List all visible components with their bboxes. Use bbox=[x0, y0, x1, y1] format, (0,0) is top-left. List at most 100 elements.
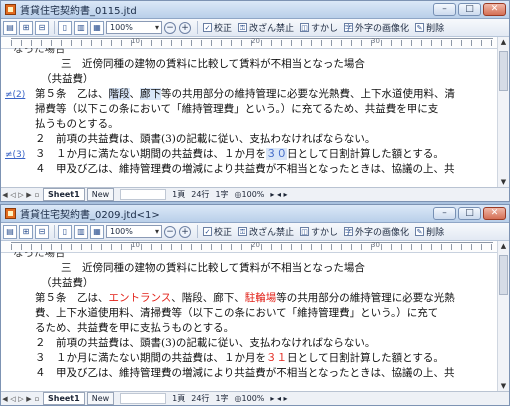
scroll-up-icon[interactable]: ▲ bbox=[498, 241, 509, 252]
text-line: るため、共益費を甲に支払うものとする。 bbox=[35, 322, 235, 334]
status-zoom[interactable]: 100% bbox=[242, 190, 265, 199]
title-bar[interactable]: 賃貸住宅契約書_0115.jtd – □ ✕ bbox=[1, 1, 509, 19]
extchar-image-button[interactable]: 字外字の画像化 bbox=[342, 21, 411, 35]
horizontal-scrollbar[interactable] bbox=[120, 393, 167, 404]
watermark-button[interactable]: ◫ すかし bbox=[298, 225, 340, 239]
watermark-icon: ◫ bbox=[300, 23, 310, 32]
text-line: 費、上下水道使用料、清掃費等（以下この条において「維持管理費」という。）に充て bbox=[35, 307, 439, 319]
text-line: ２ 前項の共益費は、頭書(3)の記載に従い、支払わなければならない。 bbox=[35, 133, 376, 145]
inserted-word: 駐輪場 bbox=[244, 292, 277, 304]
zoom-out-small-icon[interactable]: ◎ bbox=[235, 394, 242, 403]
watermark-icon: ◫ bbox=[300, 227, 310, 236]
next-sheet-icon[interactable]: ▷ bbox=[17, 191, 25, 199]
document-window-1: 賃貸住宅契約書_0115.jtd – □ ✕ ▤ ⊞ ⊟ ▯ ▥ ▦ 100% … bbox=[0, 0, 510, 202]
toolbar: ▤ ⊞ ⊟ ▯ ▥ ▦ 100% − + ✓校正 ⚿改ざん禁止 ◫すかし 字外字… bbox=[1, 223, 509, 241]
scroll-thumb[interactable] bbox=[499, 51, 508, 91]
tamper-protect-button[interactable]: ⚿ 改ざん禁止 bbox=[236, 225, 296, 239]
grid-view-icon[interactable]: ⊞ bbox=[19, 224, 33, 239]
extchar-icon: 字 bbox=[344, 227, 354, 236]
document-icon bbox=[5, 208, 16, 219]
window-title: 賃貸住宅契約書_0209.jtd<1> bbox=[20, 210, 160, 221]
text-line: 掃費等（以下この条において「維持管理費」という。）に充てるため、共益費を甲に支 bbox=[35, 103, 439, 115]
maximize-button[interactable]: □ bbox=[458, 3, 481, 16]
zoom-select[interactable]: 100% bbox=[106, 225, 162, 238]
horizontal-scrollbar[interactable] bbox=[120, 189, 167, 200]
sheet-tab[interactable]: Sheet1 bbox=[43, 392, 85, 405]
document-body[interactable]: なった場合 三 近傍同種の建物の賃料に比較して賃料が不相当となった場合 （共益費… bbox=[1, 252, 497, 392]
text-line: ４ 甲及び乙は、維持管理費の増減により共益費が不相当となったときは、協議の上、共 bbox=[35, 367, 455, 379]
proofread-button[interactable]: ✓ 校正 bbox=[201, 21, 234, 35]
title-bar[interactable]: 賃貸住宅契約書_0209.jtd<1> – □ ✕ bbox=[1, 205, 509, 223]
comment-marker[interactable]: ≠(2) bbox=[5, 88, 25, 103]
window-title: 賃貸住宅契約書_0115.jtd bbox=[20, 6, 137, 17]
close-button[interactable]: ✕ bbox=[483, 3, 506, 16]
page-indicator: 1頁 bbox=[172, 190, 186, 199]
zoom-in-icon[interactable]: + bbox=[179, 21, 191, 34]
page-icon[interactable]: ▯ bbox=[58, 20, 72, 35]
close-button[interactable]: ✕ bbox=[483, 207, 506, 220]
proofread-icon: ✓ bbox=[203, 227, 212, 236]
book-view-icon[interactable]: ▦ bbox=[90, 20, 104, 35]
extchar-icon: 字 bbox=[344, 23, 354, 32]
text-line: なった場合 bbox=[13, 252, 66, 259]
zoom-select[interactable]: 100% bbox=[106, 21, 162, 34]
two-page-icon[interactable]: ▥ bbox=[74, 224, 88, 239]
next-sheet-icon[interactable]: ▷ bbox=[17, 395, 25, 403]
row-indicator: 24行 bbox=[191, 394, 210, 403]
text-line: 第５条 乙は、エントランス、階段、廊下、駐輪場等の共用部分の維持管理に必要な光熱 bbox=[35, 292, 455, 304]
proofread-button[interactable]: ✓ 校正 bbox=[201, 225, 234, 239]
zoom-out-icon[interactable]: − bbox=[164, 225, 176, 238]
outline-view-icon[interactable]: ▤ bbox=[3, 20, 17, 35]
prev-sheet-icon[interactable]: ◁ bbox=[9, 395, 17, 403]
outline-view-icon[interactable]: ▤ bbox=[3, 224, 17, 239]
text-line: （共益費） bbox=[41, 73, 94, 85]
new-sheet-tab[interactable]: New bbox=[86, 392, 115, 405]
status-nav-icon[interactable]: ▸ ◂ ▸ bbox=[270, 190, 287, 199]
split-view-icon[interactable]: ⊟ bbox=[35, 224, 49, 239]
last-sheet-icon[interactable]: ▶ bbox=[25, 395, 33, 403]
status-nav-icon[interactable]: ▸ ◂ ▸ bbox=[270, 394, 287, 403]
zoom-out-icon[interactable]: − bbox=[164, 21, 176, 34]
inserted-word: エントランス bbox=[108, 292, 172, 304]
row-indicator: 24行 bbox=[191, 190, 210, 199]
maximize-button[interactable]: □ bbox=[458, 207, 481, 220]
text-line: ４ 甲及び乙は、維持管理費の増減により共益費が不相当となったときは、協議の上、共 bbox=[35, 163, 455, 175]
status-bar: ◀ ◁ ▷ ▶ ▫ Sheet1 New 1頁 24行 1字 ◎ 100% ▸ … bbox=[1, 187, 509, 201]
grid-view-icon[interactable]: ⊞ bbox=[19, 20, 33, 35]
last-sheet-icon[interactable]: ▶ bbox=[25, 191, 33, 199]
first-sheet-icon[interactable]: ◀ bbox=[1, 395, 9, 403]
delete-button[interactable]: ✎ 削除 bbox=[413, 225, 446, 239]
sheet-icon: ▫ bbox=[34, 394, 40, 403]
sheet-icon: ▫ bbox=[34, 190, 40, 199]
minimize-button[interactable]: – bbox=[433, 3, 456, 16]
delete-button[interactable]: ✎ 削除 bbox=[413, 21, 446, 35]
toolbar: ▤ ⊞ ⊟ ▯ ▥ ▦ 100% − + ✓校正 ⚿改ざん禁止 ◫すかし 字外字… bbox=[1, 19, 509, 37]
text-line: ３ １か月に満たない期間の共益費は、１か月を３０日として日割計算した額とする。 bbox=[35, 148, 444, 160]
minimize-button[interactable]: – bbox=[433, 207, 456, 220]
scroll-up-icon[interactable]: ▲ bbox=[498, 37, 509, 48]
proofread-icon: ✓ bbox=[203, 23, 212, 32]
prev-sheet-icon[interactable]: ◁ bbox=[9, 191, 17, 199]
two-page-icon[interactable]: ▥ bbox=[74, 20, 88, 35]
zoom-out-small-icon[interactable]: ◎ bbox=[235, 190, 242, 199]
watermark-button[interactable]: ◫ すかし bbox=[298, 21, 340, 35]
column-indicator: 1字 bbox=[215, 190, 229, 199]
vertical-scrollbar[interactable]: ▲ ▼ bbox=[497, 37, 509, 188]
changed-word: 階段 bbox=[108, 88, 130, 100]
changed-number: ３１ bbox=[266, 352, 287, 364]
book-view-icon[interactable]: ▦ bbox=[90, 224, 104, 239]
status-zoom[interactable]: 100% bbox=[242, 394, 265, 403]
sheet-tab[interactable]: Sheet1 bbox=[43, 188, 85, 201]
vertical-scrollbar[interactable]: ▲ ▼ bbox=[497, 241, 509, 392]
zoom-in-icon[interactable]: + bbox=[179, 225, 191, 238]
document-body[interactable]: なった場合 三 近傍同種の建物の賃料に比較して賃料が不相当となった場合 （共益費… bbox=[1, 48, 497, 188]
extchar-image-button[interactable]: 字外字の画像化 bbox=[342, 225, 411, 239]
scroll-thumb[interactable] bbox=[499, 255, 508, 295]
comment-marker[interactable]: ≠(3) bbox=[5, 148, 25, 163]
first-sheet-icon[interactable]: ◀ bbox=[1, 191, 9, 199]
new-sheet-tab[interactable]: New bbox=[86, 188, 115, 201]
lock-icon: ⚿ bbox=[238, 227, 248, 236]
split-view-icon[interactable]: ⊟ bbox=[35, 20, 49, 35]
page-icon[interactable]: ▯ bbox=[58, 224, 72, 239]
tamper-protect-button[interactable]: ⚿ 改ざん禁止 bbox=[236, 21, 296, 35]
